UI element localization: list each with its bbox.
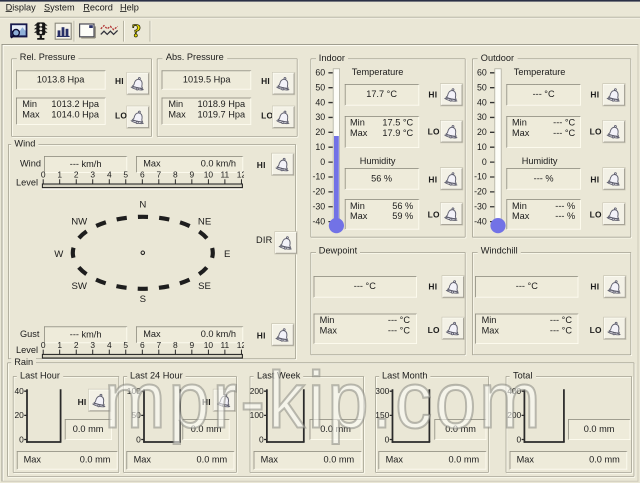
svg-text:60: 60 <box>315 68 325 78</box>
svg-text:20: 20 <box>477 127 487 137</box>
svg-text:0: 0 <box>517 435 522 445</box>
svg-text:10: 10 <box>204 341 214 350</box>
svg-text:SW: SW <box>71 281 87 292</box>
svg-text:0: 0 <box>320 157 325 167</box>
svg-text:1: 1 <box>57 341 62 350</box>
svg-text:-40: -40 <box>474 216 487 226</box>
svg-text:-20: -20 <box>312 187 325 197</box>
svg-text:NW: NW <box>71 216 88 227</box>
svg-text:10: 10 <box>477 142 487 152</box>
svg-text:-10: -10 <box>474 172 487 182</box>
svg-text:200: 200 <box>507 411 521 421</box>
svg-text:11: 11 <box>221 341 230 350</box>
svg-text:100: 100 <box>251 411 265 421</box>
svg-text:3: 3 <box>90 341 95 350</box>
svg-text:4: 4 <box>107 341 112 350</box>
svg-text:9: 9 <box>190 341 195 350</box>
svg-text:E: E <box>224 249 230 260</box>
svg-text:0: 0 <box>19 435 24 445</box>
svg-text:?: ? <box>132 21 142 42</box>
svg-text:40: 40 <box>14 386 24 396</box>
svg-text:20: 20 <box>14 411 24 421</box>
svg-text:400: 400 <box>507 386 521 396</box>
svg-text:6: 6 <box>140 341 145 350</box>
svg-text:-30: -30 <box>474 202 487 212</box>
svg-text:60: 60 <box>477 68 487 78</box>
svg-text:30: 30 <box>315 112 325 122</box>
svg-text:200: 200 <box>251 386 265 396</box>
svg-text:0: 0 <box>259 435 264 445</box>
svg-text:-40: -40 <box>312 216 325 226</box>
svg-text:0: 0 <box>482 157 487 167</box>
svg-text:50: 50 <box>315 82 325 92</box>
svg-text:-30: -30 <box>312 202 325 212</box>
svg-text:20: 20 <box>315 127 325 137</box>
svg-text:12: 12 <box>237 341 244 350</box>
svg-text:W: W <box>54 249 64 260</box>
svg-text:40: 40 <box>315 97 325 107</box>
svg-text:0: 0 <box>136 435 141 445</box>
svg-text:0: 0 <box>384 435 389 445</box>
svg-text:0: 0 <box>41 341 46 350</box>
svg-text:7: 7 <box>156 341 161 350</box>
svg-text:150: 150 <box>376 411 390 421</box>
svg-text:50: 50 <box>131 411 141 421</box>
svg-text:SE: SE <box>198 281 211 292</box>
svg-text:-20: -20 <box>474 187 487 197</box>
svg-text:300: 300 <box>376 386 390 396</box>
svg-text:50: 50 <box>477 82 487 92</box>
svg-text:30: 30 <box>477 112 487 122</box>
svg-text:5: 5 <box>123 341 128 350</box>
svg-text:-10: -10 <box>312 172 325 182</box>
svg-text:S: S <box>140 294 146 305</box>
svg-text:2: 2 <box>74 341 79 350</box>
svg-text:8: 8 <box>173 341 178 350</box>
svg-text:10: 10 <box>315 142 325 152</box>
svg-text:40: 40 <box>477 97 487 107</box>
svg-text:100: 100 <box>126 386 140 396</box>
svg-text:NE: NE <box>198 216 211 227</box>
svg-text:N: N <box>139 199 146 210</box>
